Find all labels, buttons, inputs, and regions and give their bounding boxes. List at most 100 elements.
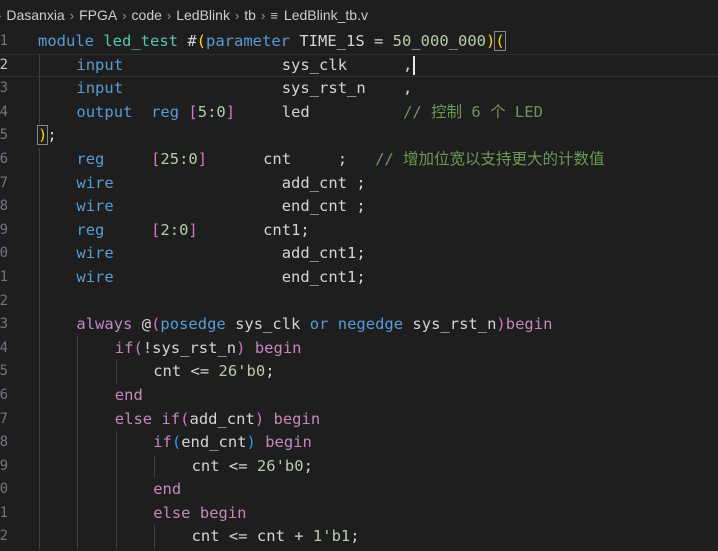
code-text: if(end_cnt) begin	[153, 431, 312, 455]
indent-guide	[77, 501, 79, 526]
code-text: cnt <= 26'b0;	[153, 360, 274, 384]
code-token: begin	[265, 433, 312, 452]
code-token: add_cnt ;	[113, 173, 366, 192]
code-line[interactable]: 4 output reg [5:0] led // 控制 6 个 LED	[0, 100, 718, 125]
line-number: 1	[0, 504, 8, 521]
code-line[interactable]: 3 input sys_rst_n ,	[0, 77, 718, 101]
code-line[interactable]: 2 cnt <= cnt + 1'b1;	[0, 525, 718, 550]
code-token: end_cnt ;	[113, 197, 366, 216]
code-token: [	[151, 220, 161, 239]
indent-guide	[39, 454, 40, 479]
code-text: wire add_cnt ;	[76, 172, 365, 196]
breadcrumb-item[interactable]: LedBlink	[176, 7, 230, 23]
code-token: begin	[505, 315, 553, 334]
code-line[interactable]: 3 always @(posedge sys_clk or negedge sys…	[0, 313, 718, 337]
breadcrumb: ›Dasanxia›FPGA›code›LedBlink›tb›≡LedBlin…	[0, 0, 718, 30]
code-token: (	[151, 315, 161, 334]
indent-guide	[115, 501, 117, 526]
code-line[interactable]: 7 else if(add_cnt) begin	[0, 407, 718, 432]
code-line[interactable]: 2 input sys_clk ,	[0, 53, 718, 78]
text-cursor	[413, 55, 415, 75]
code-line[interactable]: 4 if(!sys_rst_n) begin	[0, 336, 718, 361]
indent-guide	[39, 242, 40, 266]
chevron-right-icon: ›	[260, 7, 266, 23]
indent-guide	[39, 147, 40, 172]
code-line[interactable]: 7 wire add_cnt ;	[0, 171, 718, 196]
breadcrumb-item[interactable]: tb	[244, 7, 256, 23]
code-token: ]	[188, 220, 198, 239]
indent-guide	[115, 478, 117, 502]
code-text: wire add_cnt1;	[76, 242, 365, 266]
indent-guide	[77, 383, 79, 408]
indent-guide	[154, 525, 156, 550]
code-token: (	[171, 433, 182, 452]
breadcrumb-item[interactable]: Dasanxia	[6, 7, 64, 23]
code-token: end	[153, 480, 182, 499]
code-line[interactable]: 9 cnt <= 26'b0;	[0, 454, 718, 479]
indent-guide	[39, 525, 40, 550]
indent-guide	[39, 313, 40, 337]
code-token: else	[153, 503, 191, 522]
code-line[interactable]: 0 end	[0, 478, 718, 502]
code-text: cnt <= 26'b0;	[192, 455, 313, 479]
code-token: @	[132, 315, 152, 334]
code-line[interactable]: 1 wire end_cnt1;	[0, 265, 718, 290]
breadcrumb-file[interactable]: LedBlink_tb.v	[284, 7, 368, 23]
code-token: cnt <= cnt +	[191, 527, 313, 546]
code-token: parameter	[206, 32, 291, 50]
code-line[interactable]: 6 end	[0, 383, 718, 408]
line-number: 8	[0, 434, 8, 451]
code-text: wire end_cnt1;	[76, 266, 365, 290]
indent-guide	[39, 100, 40, 125]
code-line[interactable]: 6 reg [25:0] cnt ; // 增加位宽以支持更大的计数值	[0, 147, 718, 172]
code-line[interactable]: 5);	[0, 124, 718, 148]
code-token: )	[254, 409, 265, 428]
indent-guide	[115, 360, 117, 384]
code-token: wire	[76, 173, 114, 192]
chevron-right-icon: ›	[122, 7, 127, 23]
code-editor[interactable]: 1 module led_test #(parameter TIME_1S = 5…	[0, 30, 718, 551]
code-token: wire	[76, 267, 114, 286]
code-line[interactable]: 9 reg [2:0] cnt1;	[0, 218, 718, 243]
indent-guide	[39, 383, 40, 408]
indent-guide	[39, 265, 40, 290]
code-token: )	[496, 315, 506, 334]
line-number: 9	[0, 457, 8, 474]
code-line[interactable]: 0 wire add_cnt1;	[0, 242, 718, 266]
chevron-right-icon: ›	[166, 7, 172, 23]
code-text: reg [25:0] cnt ; // 增加位宽以支持更大的计数值	[76, 148, 604, 172]
code-line[interactable]: 8 wire end_cnt ;	[0, 195, 718, 219]
line-number: 6	[0, 386, 8, 403]
indent-guide	[77, 431, 79, 455]
code-token: 5:0	[197, 102, 226, 121]
line-number: 7	[0, 410, 8, 427]
code-line[interactable]: 2	[0, 289, 718, 314]
code-token: sys_rst_n ,	[123, 79, 413, 98]
indent-guide	[39, 289, 40, 314]
code-token: if	[114, 338, 134, 357]
breadcrumb-item[interactable]: FPGA	[79, 7, 117, 23]
code-token: sys_clk	[225, 315, 310, 334]
code-token: reg	[151, 102, 180, 121]
code-token: always	[76, 315, 133, 334]
code-line[interactable]: 8 if(end_cnt) begin	[0, 431, 718, 455]
code-line[interactable]: 1 else begin	[0, 501, 718, 526]
indent-guide	[39, 195, 40, 219]
code-token: wire	[76, 197, 114, 216]
code-token: 1'b1	[312, 527, 351, 546]
code-token: else	[114, 409, 153, 428]
code-token: )	[36, 125, 49, 146]
code-line[interactable]: 1 module led_test #(parameter TIME_1S = 5…	[0, 30, 718, 54]
code-line[interactable]: 5 cnt <= 26'b0;	[0, 360, 718, 384]
code-token: ;	[265, 362, 275, 381]
code-text: always @(posedge sys_clk or negedge sys_…	[76, 313, 552, 337]
breadcrumb-item[interactable]: code	[132, 7, 162, 23]
code-token: ]	[225, 102, 236, 121]
line-number: 2	[0, 292, 8, 309]
code-token: ;	[47, 126, 57, 145]
chevron-right-icon: ›	[69, 7, 75, 23]
